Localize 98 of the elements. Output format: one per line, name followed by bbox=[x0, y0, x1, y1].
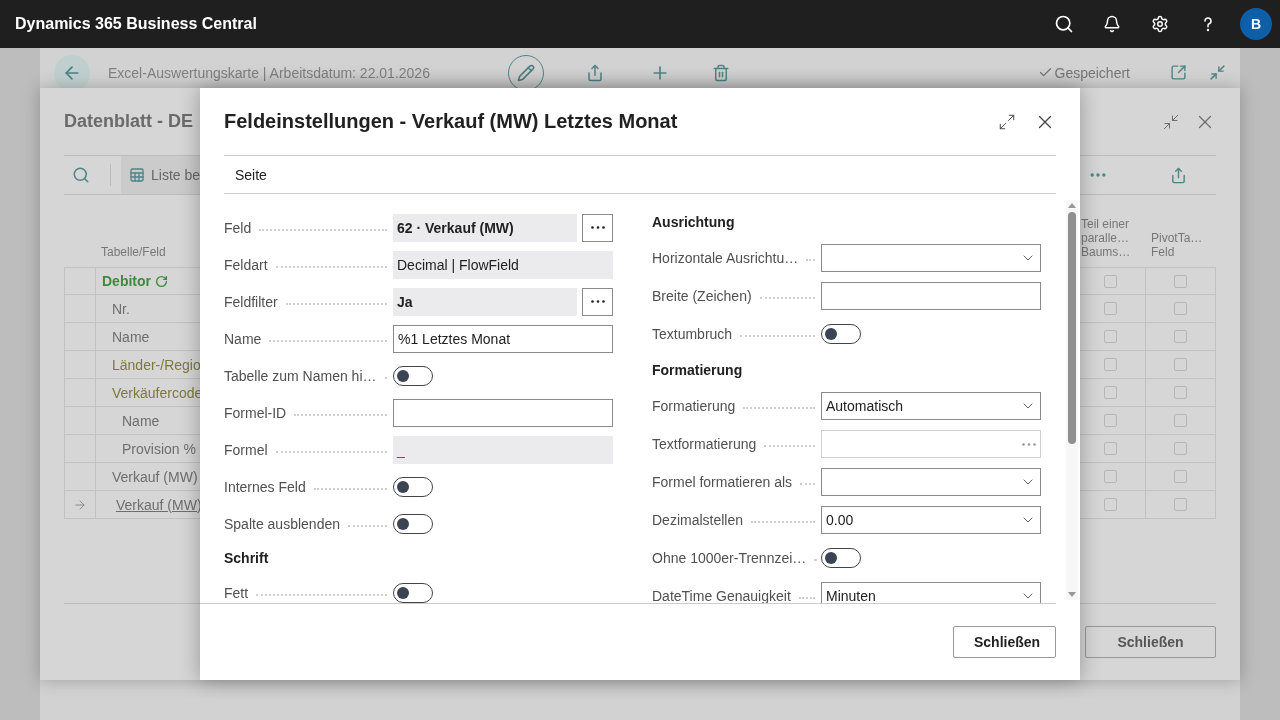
readonly-field: 62 · Verkauf (MW) bbox=[393, 213, 577, 242]
table-cell[interactable]: Verkäufercode bbox=[112, 384, 203, 401]
field-label: Formel bbox=[224, 441, 268, 458]
checkbox[interactable] bbox=[1104, 442, 1117, 455]
lookup-button[interactable] bbox=[582, 213, 613, 242]
field-label: Formel-ID bbox=[224, 404, 287, 421]
table-cell[interactable]: Provision % bbox=[122, 440, 196, 457]
dropdown-field[interactable]: Automatisch bbox=[821, 392, 1041, 420]
field-label: Formatierung bbox=[652, 398, 736, 414]
toggle-switch[interactable] bbox=[393, 476, 433, 497]
field-label: Name bbox=[224, 330, 262, 347]
toggle-switch[interactable] bbox=[821, 324, 861, 344]
checkbox[interactable] bbox=[1174, 498, 1187, 511]
app-title: Dynamics 365 Business Central bbox=[15, 15, 258, 33]
section-title: Seite bbox=[235, 166, 267, 183]
field-label: Feldfilter bbox=[224, 293, 278, 310]
table-cell[interactable]: Verkauf (MW) bbox=[112, 468, 198, 485]
back-button[interactable] bbox=[54, 54, 90, 91]
field-label: Spalte ausblenden bbox=[224, 515, 340, 532]
section-heading: Schrift bbox=[224, 550, 269, 566]
pencil-icon bbox=[517, 63, 535, 82]
dropdown-field[interactable] bbox=[821, 468, 1041, 496]
table-cell[interactable]: Verkauf (MW) bbox=[116, 496, 202, 513]
table-cell[interactable]: Name bbox=[122, 412, 160, 429]
ellipsis-icon bbox=[590, 226, 605, 229]
checkbox[interactable] bbox=[1174, 414, 1187, 427]
share-icon[interactable] bbox=[1170, 166, 1188, 184]
collapse-icon[interactable] bbox=[1162, 112, 1180, 131]
column-header: PivotTa… Feld bbox=[1151, 231, 1203, 259]
formula-field: _ bbox=[393, 435, 613, 464]
field-label: Dezimalstellen bbox=[652, 512, 744, 528]
checkbox[interactable] bbox=[1174, 442, 1187, 455]
field-label: Tabelle zum Namen hi… bbox=[224, 367, 377, 384]
checkbox[interactable] bbox=[1104, 302, 1117, 315]
dropdown-field[interactable]: Minuten bbox=[821, 582, 1041, 603]
arrow-icon bbox=[73, 497, 87, 512]
input-field[interactable] bbox=[821, 430, 1041, 458]
table-icon bbox=[129, 167, 145, 183]
dropdown-field[interactable] bbox=[821, 244, 1041, 272]
field-label: Fett bbox=[224, 584, 249, 601]
field-label: Ohne 1000er-Trennzei… bbox=[652, 550, 807, 566]
refresh-icon[interactable] bbox=[155, 274, 168, 288]
field-label: Breite (Zeichen) bbox=[652, 288, 752, 304]
panel-title: Datenblatt - DE bbox=[64, 111, 193, 132]
checkbox[interactable] bbox=[1174, 302, 1187, 315]
toggle-switch[interactable] bbox=[821, 548, 861, 568]
close-button[interactable]: Schließen bbox=[1085, 626, 1216, 658]
checkbox[interactable] bbox=[1174, 330, 1187, 343]
delete-icon[interactable] bbox=[712, 63, 730, 82]
checkbox[interactable] bbox=[1104, 274, 1117, 288]
user-avatar[interactable]: B bbox=[1240, 8, 1272, 40]
dialog-title: Feldeinstellungen - Verkauf (MW) Letztes Monat bbox=[224, 110, 679, 133]
input-field[interactable] bbox=[821, 282, 1041, 310]
open-new-window-icon[interactable] bbox=[1170, 64, 1187, 81]
field-label: Textumbruch bbox=[652, 326, 733, 342]
column-header: Tabelle/Feld bbox=[101, 245, 166, 259]
checkbox[interactable] bbox=[1174, 470, 1187, 483]
field-label: Formel formatieren als bbox=[652, 474, 793, 490]
checkbox[interactable] bbox=[1104, 330, 1117, 343]
checkbox[interactable] bbox=[1104, 414, 1117, 427]
field-label: DateTime Genauigkeit bbox=[652, 588, 791, 603]
field-label: Internes Feld bbox=[224, 478, 306, 495]
ellipsis-icon bbox=[1022, 442, 1036, 446]
page-title: Excel-Auswertungskarte | Arbeitsdatum: 22.01.2026 bbox=[108, 64, 431, 81]
toggle-switch[interactable] bbox=[393, 513, 433, 534]
toggle-switch[interactable] bbox=[393, 582, 433, 603]
checkbox[interactable] bbox=[1174, 274, 1187, 288]
readonly-field: Decimal | FlowField bbox=[393, 250, 613, 279]
expand-icon[interactable] bbox=[998, 112, 1016, 131]
table-cell[interactable]: Debitor bbox=[102, 273, 168, 289]
checkbox[interactable] bbox=[1104, 498, 1117, 511]
collapse-icon[interactable] bbox=[1209, 64, 1226, 81]
field-label: Horizontale Ausrichtu… bbox=[652, 250, 799, 266]
share-icon[interactable] bbox=[586, 63, 604, 82]
table-cell[interactable]: Länder-/Regio bbox=[112, 356, 201, 373]
dropdown-field[interactable]: 0.00 bbox=[821, 506, 1041, 534]
field-label: Textformatierung bbox=[652, 436, 757, 452]
input-field[interactable] bbox=[393, 398, 613, 427]
scrollbar[interactable] bbox=[1066, 200, 1078, 600]
section-heading: Ausrichtung bbox=[652, 214, 735, 230]
table-cell[interactable]: Name bbox=[112, 328, 150, 345]
checkbox[interactable] bbox=[1104, 386, 1117, 399]
column-header: Teil einer paralle… Baums… bbox=[1081, 217, 1132, 259]
table-cell[interactable]: Nr. bbox=[112, 300, 130, 317]
input-field[interactable]: %1 Letztes Monat bbox=[393, 324, 613, 353]
checkbox[interactable] bbox=[1174, 358, 1187, 371]
checkbox[interactable] bbox=[1104, 358, 1117, 371]
field-label: Feldart bbox=[224, 256, 268, 273]
close-button[interactable]: Schließen bbox=[953, 626, 1056, 658]
checkbox[interactable] bbox=[1174, 386, 1187, 399]
toggle-switch[interactable] bbox=[393, 365, 433, 386]
checkbox[interactable] bbox=[1104, 470, 1117, 483]
ellipsis-icon bbox=[590, 300, 605, 303]
field-label: Feld bbox=[224, 219, 252, 236]
lookup-button[interactable] bbox=[582, 287, 613, 316]
saved-status: Gespeichert bbox=[1037, 64, 1130, 81]
readonly-field: Ja bbox=[393, 287, 577, 316]
section-heading: Formatierung bbox=[652, 362, 743, 378]
